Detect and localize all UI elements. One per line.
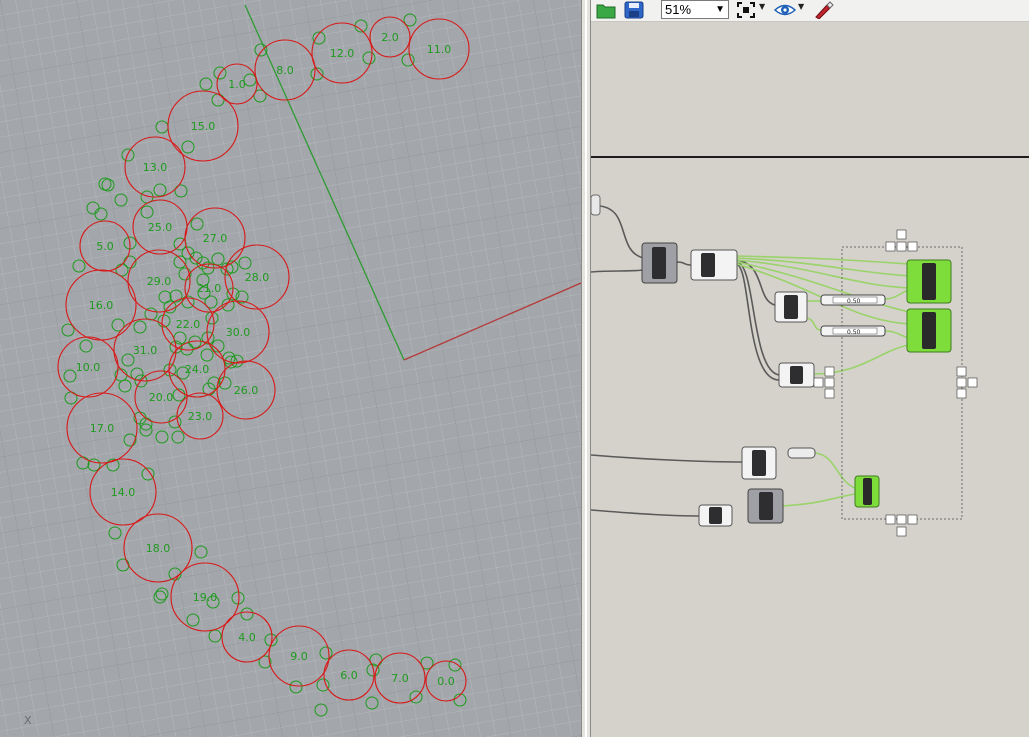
circle-label: 22.0 (176, 318, 201, 331)
circle-label: 31.0 (133, 344, 158, 357)
zoom-extents-dropdown-icon[interactable]: ▼ (759, 2, 765, 11)
component-node-5[interactable] (741, 446, 777, 480)
circle-label: 17.0 (90, 422, 115, 435)
circle-label: 6.0 (340, 669, 358, 682)
zoom-value: 51% (665, 2, 692, 17)
circle-label: 11.0 (427, 43, 452, 56)
component-node-2[interactable] (690, 249, 738, 281)
circle-label: 23.0 (188, 410, 213, 423)
component-node-7[interactable] (698, 504, 733, 527)
chevron-down-icon: ▼ (715, 4, 725, 15)
circle-label: 19.0 (193, 591, 218, 604)
circle-label: 29.0 (147, 275, 172, 288)
circle-label: 8.0 (276, 64, 294, 77)
circle-label: 13.0 (143, 161, 168, 174)
circle-label: 4.0 (238, 631, 256, 644)
circle-label: 25.0 (148, 221, 173, 234)
preview-eye-icon[interactable] (773, 1, 797, 19)
number-slider-1[interactable]: 0.50 (820, 294, 886, 306)
viewport-canvas[interactable]: 0.0 1.0 2.0 4.0 5.0 6.0 7.0 8.0 9.0 10.0 11.0 12.0 1… (0, 0, 581, 737)
custom-preview-1[interactable] (906, 259, 952, 304)
circle-label: 10.0 (76, 361, 101, 374)
param-node[interactable] (787, 447, 816, 459)
circle-label: 12.0 (330, 47, 355, 60)
circle-label: 30.0 (226, 326, 251, 339)
sketch-pen-icon[interactable] (813, 1, 834, 20)
custom-preview-2[interactable] (906, 308, 952, 353)
component-node-3[interactable] (774, 291, 808, 323)
zoom-extents-icon[interactable] (736, 1, 756, 19)
number-slider-2[interactable]: 0.50 (820, 325, 886, 337)
gh-toolbar: 51% ▼ ▼ ▼ (591, 0, 1029, 22)
slider-value-1: 0.50 (847, 298, 861, 305)
rhino-viewport[interactable]: 0.0 1.0 2.0 4.0 5.0 6.0 7.0 8.0 9.0 10.0 11.0 12.0 1… (0, 0, 581, 737)
circle-label: 21.0 (197, 282, 222, 295)
input-param-stub[interactable] (591, 194, 601, 216)
circle-label: 27.0 (203, 232, 228, 245)
canvas-divider (591, 156, 1029, 158)
circle-label: 7.0 (391, 672, 409, 685)
zoom-select[interactable]: 51% ▼ (661, 0, 729, 19)
component-node-4[interactable] (778, 362, 815, 388)
circle-label: 9.0 (290, 650, 308, 663)
grasshopper-panel: 0.50 0.50 51% ▼ ▼ ▼ (591, 0, 1029, 737)
circle-label: 5.0 (96, 240, 114, 253)
slider-value-2: 0.50 (847, 329, 861, 336)
circle-label: 1.0 (228, 78, 246, 91)
circle-label: 14.0 (111, 486, 136, 499)
circle-label: 18.0 (146, 542, 171, 555)
open-file-icon[interactable] (596, 1, 616, 19)
circle-label: 20.0 (149, 391, 174, 404)
circle-label: 28.0 (245, 271, 270, 284)
circle-label: 0.0 (437, 675, 455, 688)
circle-label: 15.0 (191, 120, 216, 133)
circle-label: 16.0 (89, 299, 114, 312)
component-node-6[interactable] (747, 488, 784, 524)
custom-preview-3[interactable] (854, 475, 880, 508)
circle-label: 26.0 (234, 384, 259, 397)
axis-label: X (24, 714, 32, 727)
circle-label: 2.0 (381, 31, 399, 44)
component-node-1[interactable] (641, 242, 678, 284)
panel-splitter[interactable] (581, 0, 591, 737)
grasshopper-canvas[interactable]: 0.50 0.50 (591, 0, 1029, 737)
preview-dropdown-icon[interactable]: ▼ (798, 2, 804, 11)
save-icon[interactable] (624, 1, 644, 19)
circle-label: 24.0 (185, 363, 210, 376)
